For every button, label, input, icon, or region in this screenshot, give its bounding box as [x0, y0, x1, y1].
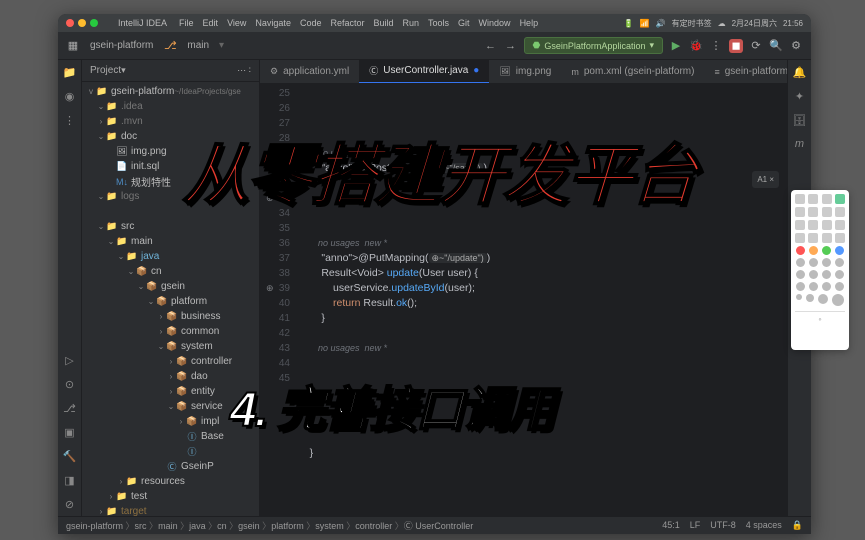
editor-tab[interactable]: ⚙application.yml	[260, 60, 359, 84]
breadcrumb-item[interactable]: gsein-platform	[66, 521, 135, 531]
editor-tab[interactable]: mpom.xml (gsein-platform)	[561, 60, 704, 84]
forward-icon[interactable]: →	[504, 39, 518, 53]
status-enc[interactable]: UTF-8	[710, 520, 736, 531]
system-tray: 🔋📶🔊 有定时书签 ☁2月24日周六 21:56	[624, 18, 803, 29]
tree-root[interactable]: v📁gsein-platform ~/IdeaProjects/gse	[82, 84, 259, 99]
breadcrumb[interactable]: gsein-platformsrcmainjavacngseinplatform…	[66, 519, 473, 532]
tree-item[interactable]: ›📁target	[82, 504, 259, 516]
gear-icon[interactable]: ⚙	[789, 39, 803, 53]
readonly-icon[interactable]: 🔒	[792, 520, 803, 531]
close-icon[interactable]	[66, 19, 74, 27]
breadcrumb-item[interactable]: controller	[355, 521, 404, 531]
menu-view[interactable]: View	[227, 18, 246, 28]
build-tool-icon[interactable]: 🔨	[58, 444, 81, 468]
overlay-subtitle: 4. 完善接口调用	[230, 370, 790, 440]
debug-icon[interactable]: 🐞	[689, 39, 703, 53]
editor-tab[interactable]: ⒸUserController.java●	[359, 60, 489, 84]
app-name: IntelliJ IDEA	[118, 18, 167, 28]
date-text: 2月24日周六	[732, 18, 777, 29]
notifications-icon[interactable]: 🔔	[788, 60, 811, 84]
breadcrumb-item[interactable]: main	[158, 521, 189, 531]
menu-navigate[interactable]: Navigate	[255, 18, 291, 28]
tree-item[interactable]: ›📦business	[82, 309, 259, 324]
tree-item[interactable]: ⌄📦platform	[82, 294, 259, 309]
back-icon[interactable]: ←	[484, 39, 498, 53]
overlay-title: 从零搭建开发平台	[67, 122, 812, 218]
menu-edit[interactable]: Edit	[203, 18, 219, 28]
tree-item[interactable]: ›📁test	[82, 489, 259, 504]
menu-refactor[interactable]: Refactor	[330, 18, 364, 28]
menu-run[interactable]: Run	[403, 18, 420, 28]
tree-item[interactable]: ›📦common	[82, 324, 259, 339]
tree-item[interactable]: Ⓘ	[82, 444, 259, 459]
run-tool-icon[interactable]: ▷	[58, 348, 81, 372]
tree-item[interactable]: ⌄📦cn	[82, 264, 259, 279]
breadcrumb-item[interactable]: gsein	[238, 521, 271, 531]
menu-git[interactable]: Git	[458, 18, 470, 28]
minimize-icon[interactable]	[78, 19, 86, 27]
maximize-icon[interactable]	[90, 19, 98, 27]
breadcrumb-item[interactable]: java	[189, 521, 217, 531]
time-text: 21:56	[783, 19, 803, 28]
tree-item[interactable]: ⌄📦gsein	[82, 279, 259, 294]
tree-item[interactable]: ⌄📁java	[82, 249, 259, 264]
status-pos[interactable]: 45:1	[662, 520, 680, 531]
status-indent[interactable]: 4 spaces	[746, 520, 782, 531]
tree-item[interactable]: ›📦controller	[82, 354, 259, 369]
menu-code[interactable]: Code	[300, 18, 322, 28]
menubar: IntelliJ IDEA File Edit View Navigate Code Re…	[58, 14, 811, 32]
tree-item[interactable]: ⌄📁src	[82, 219, 259, 234]
menu-tools[interactable]: Tools	[428, 18, 449, 28]
debug-tool-icon[interactable]: ⊙	[58, 372, 81, 396]
project-name[interactable]: gsein-platform	[90, 40, 153, 51]
commit-tool-icon[interactable]: ◉	[58, 84, 81, 108]
ide-window: IntelliJ IDEA File Edit View Navigate Code Re…	[58, 14, 811, 534]
sidebar-header[interactable]: Project ▾ ⋯ ∶	[82, 60, 259, 82]
tree-item[interactable]: ⌄📁main	[82, 234, 259, 249]
search-icon[interactable]: 🔍	[769, 39, 783, 53]
problems-tool-icon[interactable]: ⊘	[58, 492, 81, 516]
status-lf[interactable]: LF	[690, 520, 701, 531]
editor-tabs[interactable]: ⚙application.ymlⒸUserController.java●🖼im…	[260, 60, 787, 84]
menu-file[interactable]: File	[179, 18, 194, 28]
tree-item[interactable]: ⌄📦system	[82, 339, 259, 354]
ai-icon[interactable]: ✦	[788, 84, 811, 108]
breadcrumb-item[interactable]: cn	[217, 521, 238, 531]
window-controls[interactable]	[66, 19, 98, 27]
project-icon[interactable]: ▦	[66, 39, 80, 53]
tree-item[interactable]: ⌄📁.idea	[82, 99, 259, 114]
more-icon[interactable]: ⋮	[709, 39, 723, 53]
toolbar: ▦ gsein-platform ⎇ main ▾ ← → ⬣ GseinPla…	[58, 32, 811, 60]
terminal-tool-icon[interactable]: ◨	[58, 468, 81, 492]
editor-tab[interactable]: 🖼img.png	[489, 60, 561, 84]
menu-help[interactable]: Help	[520, 18, 539, 28]
tree-item[interactable]: ⒸGseinP	[82, 459, 259, 474]
breadcrumb-item[interactable]: system	[315, 521, 355, 531]
run-configuration[interactable]: ⬣ GseinPlatformApplication ▾	[524, 37, 663, 54]
vcs-icon: ⎇	[163, 39, 177, 53]
editor-tab[interactable]: ≡gsein-platform	[704, 60, 787, 84]
services-tool-icon[interactable]: ▣	[58, 420, 81, 444]
stop-icon[interactable]: ◼	[729, 39, 743, 53]
status-text: 有定时书签	[672, 18, 712, 29]
branch-name[interactable]: main	[187, 40, 209, 51]
tree-item[interactable]: ›📁resources	[82, 474, 259, 489]
menu-window[interactable]: Window	[479, 18, 511, 28]
project-tool-icon[interactable]: 📁	[58, 60, 81, 84]
breadcrumb-item[interactable]: src	[135, 521, 159, 531]
git-tool-icon[interactable]: ⎇	[58, 396, 81, 420]
run-icon[interactable]: ▶	[669, 39, 683, 53]
menu-build[interactable]: Build	[373, 18, 393, 28]
statusbar: gsein-platformsrcmainjavacngseinplatform…	[58, 516, 811, 534]
breadcrumb-item[interactable]: Ⓒ UserController	[404, 521, 474, 531]
update-icon[interactable]: ⟳	[749, 39, 763, 53]
breadcrumb-item[interactable]: platform	[271, 521, 315, 531]
